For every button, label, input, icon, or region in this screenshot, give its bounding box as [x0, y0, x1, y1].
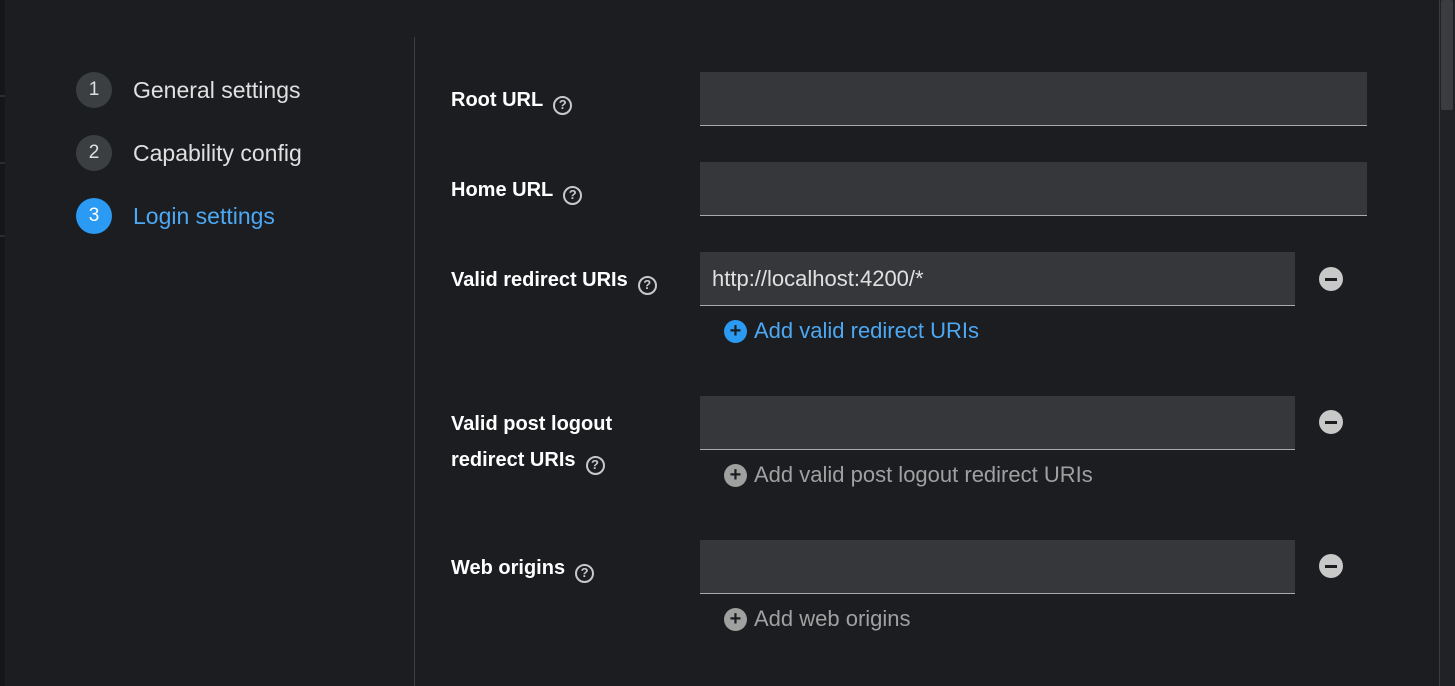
- root-url-input[interactable]: [700, 72, 1367, 126]
- wizard-nav: 1 General settings 2 Capability config 3…: [76, 72, 396, 261]
- wizard-step-capability-config[interactable]: 2 Capability config: [76, 135, 396, 171]
- step-label: Capability config: [133, 139, 302, 166]
- wizard-step-login-settings[interactable]: 3 Login settings: [76, 198, 396, 234]
- help-icon[interactable]: ?: [553, 95, 573, 115]
- left-edge-divider: [0, 95, 5, 97]
- plus-circle-icon: +: [724, 463, 747, 487]
- home-url-label-text: Home URL: [451, 179, 554, 201]
- remove-post-logout-uri-button[interactable]: [1319, 410, 1343, 434]
- home-url-label: Home URL?: [451, 172, 583, 208]
- remove-web-origin-button[interactable]: [1319, 554, 1343, 578]
- scrollbar-thumb[interactable]: [1441, 0, 1453, 110]
- valid-redirect-uri-input[interactable]: [700, 252, 1295, 306]
- add-web-origin-label: Add web origins: [754, 606, 911, 631]
- label-line-1: Valid post logout: [451, 413, 613, 435]
- scrollbar[interactable]: [1439, 0, 1455, 686]
- add-valid-post-logout-redirect-uri-label: Add valid post logout redirect URIs: [754, 462, 1093, 487]
- valid-post-logout-redirect-uri-input[interactable]: [700, 396, 1295, 450]
- wizard-step-general-settings[interactable]: 1 General settings: [76, 72, 396, 108]
- root-url-label-text: Root URL: [451, 89, 544, 111]
- plus-circle-icon: +: [724, 607, 747, 631]
- step-number: 1: [76, 72, 112, 108]
- add-valid-post-logout-redirect-uri-button[interactable]: + Add valid post logout redirect URIs: [724, 462, 1093, 488]
- home-url-input[interactable]: [700, 162, 1367, 216]
- add-web-origin-button[interactable]: + Add web origins: [724, 606, 911, 632]
- plus-circle-icon: +: [724, 319, 747, 343]
- help-icon[interactable]: ?: [585, 455, 605, 475]
- web-origin-input[interactable]: [700, 540, 1295, 594]
- step-number: 2: [76, 135, 112, 171]
- left-edge-divider: [0, 235, 5, 237]
- left-edge: [0, 0, 5, 686]
- add-valid-redirect-uri-label: Add valid redirect URIs: [754, 318, 979, 343]
- valid-redirect-uris-label: Valid redirect URIs?: [451, 262, 657, 298]
- left-edge-divider: [0, 162, 5, 164]
- valid-post-logout-redirect-uris-label: Valid post logout redirect URIs?: [451, 406, 612, 478]
- step-number: 3: [76, 198, 112, 234]
- help-icon[interactable]: ?: [637, 275, 657, 295]
- minus-circle-icon: [1325, 420, 1337, 424]
- root-url-label: Root URL?: [451, 82, 573, 118]
- minus-circle-icon: [1325, 564, 1337, 568]
- step-label: Login settings: [133, 202, 275, 229]
- step-label: General settings: [133, 76, 301, 103]
- web-origins-label: Web origins?: [451, 550, 595, 586]
- help-icon[interactable]: ?: [575, 563, 595, 583]
- add-valid-redirect-uri-button[interactable]: + Add valid redirect URIs: [724, 318, 979, 344]
- minus-circle-icon: [1325, 277, 1337, 281]
- nav-divider: [414, 37, 415, 686]
- help-icon[interactable]: ?: [563, 185, 583, 205]
- label-line-2: redirect URIs: [451, 449, 576, 471]
- valid-redirect-uris-label-text: Valid redirect URIs: [451, 269, 628, 291]
- web-origins-label-text: Web origins: [451, 557, 566, 579]
- remove-redirect-uri-button[interactable]: [1319, 267, 1343, 291]
